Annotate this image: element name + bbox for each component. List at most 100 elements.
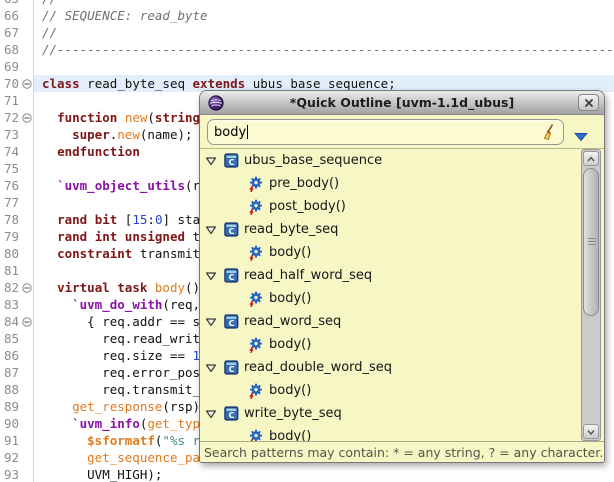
line-number: 72 bbox=[0, 109, 20, 126]
view-menu-button[interactable] bbox=[574, 127, 588, 137]
virtual-method-gear-icon bbox=[248, 199, 264, 215]
tree-item-class-ubus_base_sequence[interactable]: Cubus_base_sequence bbox=[200, 149, 604, 172]
code-token bbox=[42, 126, 72, 143]
popup-titlebar[interactable]: *Quick Outline [uvm-1.1d_ubus] bbox=[200, 91, 604, 115]
search-row: body bbox=[200, 115, 604, 148]
code-token bbox=[147, 279, 155, 296]
code-text: // bbox=[33, 0, 614, 7]
virtual-method-gear-icon bbox=[248, 337, 264, 353]
expander-icon[interactable] bbox=[205, 316, 217, 328]
tree-item-class-write_byte_seq[interactable]: Cwrite_byte_seq bbox=[200, 402, 604, 425]
virtual-method-gear-icon bbox=[248, 429, 264, 443]
tree-item-method-body[interactable]: body() bbox=[200, 333, 604, 356]
code-token: req.error_pos bbox=[42, 364, 200, 381]
line-number: 66 bbox=[0, 7, 20, 24]
tree-item-method-body[interactable]: body() bbox=[200, 287, 604, 310]
tree-item-method-pre_body[interactable]: pre_body() bbox=[200, 172, 604, 195]
line-number: 77 bbox=[0, 194, 20, 211]
broom-icon bbox=[541, 124, 557, 140]
line-number: 65 bbox=[0, 0, 20, 7]
code-token: ( bbox=[155, 432, 163, 449]
tree-item-label: post_body() bbox=[269, 199, 346, 214]
expander-icon[interactable] bbox=[205, 155, 217, 167]
code-text: UVM_HIGH); bbox=[33, 466, 614, 482]
line-number: 87 bbox=[0, 364, 20, 381]
fold-marker-icon[interactable] bbox=[20, 79, 33, 89]
svg-text:C: C bbox=[229, 273, 235, 282]
tree-item-method-body[interactable]: body() bbox=[200, 379, 604, 402]
code-token: [ bbox=[117, 211, 132, 228]
tree-item-class-read_byte_seq[interactable]: Cread_byte_seq bbox=[200, 218, 604, 241]
code-line-69[interactable]: 69 bbox=[0, 58, 614, 75]
expander-icon[interactable] bbox=[205, 270, 217, 282]
fold-marker-icon[interactable] bbox=[20, 113, 33, 123]
code-token: 15 bbox=[132, 211, 147, 228]
code-token bbox=[42, 432, 87, 449]
code-token: `uvm_info bbox=[72, 415, 140, 432]
scroll-down-button[interactable] bbox=[583, 424, 599, 439]
code-token: new bbox=[125, 109, 148, 126]
line-number: 76 bbox=[0, 177, 20, 194]
scroll-up-button[interactable] bbox=[583, 151, 599, 166]
code-line-65[interactable]: 65 // bbox=[0, 0, 614, 7]
fold-minus-icon bbox=[22, 79, 32, 89]
code-token: ( bbox=[147, 109, 155, 126]
scrollbar-thumb[interactable] bbox=[583, 168, 599, 316]
scrollbar-grip bbox=[588, 238, 596, 247]
close-button[interactable] bbox=[578, 94, 599, 111]
svg-text:C: C bbox=[229, 158, 235, 167]
code-token: body bbox=[155, 279, 185, 296]
code-token: rand bit bbox=[57, 211, 117, 228]
code-token: constraint bbox=[57, 245, 132, 262]
code-token: "%s r bbox=[162, 432, 200, 449]
code-line-67[interactable]: 67// bbox=[0, 24, 614, 41]
tree-item-label: read_word_seq bbox=[244, 314, 341, 329]
clear-search-button[interactable] bbox=[541, 124, 557, 140]
tree-item-method-body[interactable]: body() bbox=[200, 425, 604, 442]
method-gear-icon bbox=[248, 291, 264, 307]
code-token: get_typ bbox=[147, 415, 200, 432]
line-number: 89 bbox=[0, 398, 20, 415]
code-token bbox=[117, 109, 125, 126]
line-number: 91 bbox=[0, 432, 20, 449]
class-icon: C bbox=[224, 360, 239, 375]
method-gear-icon bbox=[248, 337, 264, 353]
tree-item-method-body[interactable]: body() bbox=[200, 241, 604, 264]
tree-item-class-read_word_seq[interactable]: Cread_word_seq bbox=[200, 310, 604, 333]
code-token: read_byte_seq bbox=[80, 75, 193, 92]
code-token bbox=[42, 279, 57, 296]
code-token: (rsp) bbox=[162, 398, 200, 415]
line-number: 82 bbox=[0, 279, 20, 296]
code-token: get_response bbox=[72, 398, 162, 415]
line-number: 79 bbox=[0, 228, 20, 245]
class-icon: C bbox=[224, 406, 239, 421]
line-number: 80 bbox=[0, 245, 20, 262]
chevron-up-icon bbox=[586, 155, 596, 163]
tree-item-class-read_half_word_seq[interactable]: Cread_half_word_seq bbox=[200, 264, 604, 287]
expander-down-icon bbox=[205, 316, 217, 328]
search-input[interactable]: body bbox=[207, 119, 564, 145]
code-line-93[interactable]: 93 UVM_HIGH); bbox=[0, 466, 614, 482]
expander-icon[interactable] bbox=[205, 362, 217, 374]
class-icon: C bbox=[224, 268, 239, 283]
line-number: 71 bbox=[0, 92, 20, 109]
code-token: function bbox=[57, 109, 117, 126]
tree-item-method-post_body[interactable]: post_body() bbox=[200, 195, 604, 218]
line-number: 81 bbox=[0, 262, 20, 279]
line-number: 83 bbox=[0, 296, 20, 313]
code-token: () bbox=[185, 279, 200, 296]
tree-item-class-read_double_word_seq[interactable]: Cread_double_word_seq bbox=[200, 356, 604, 379]
fold-minus-icon bbox=[22, 283, 32, 293]
code-line-68[interactable]: 68//------------------------------------… bbox=[0, 41, 614, 58]
code-token bbox=[42, 211, 57, 228]
expander-icon[interactable] bbox=[205, 408, 217, 420]
chevron-down-icon bbox=[586, 428, 596, 436]
fold-marker-icon[interactable] bbox=[20, 317, 33, 327]
fold-marker-icon[interactable] bbox=[20, 283, 33, 293]
code-line-66[interactable]: 66// SEQUENCE: read_byte bbox=[0, 7, 614, 24]
line-number: 92 bbox=[0, 449, 20, 466]
code-token bbox=[42, 109, 57, 126]
code-token bbox=[42, 398, 72, 415]
expander-icon[interactable] bbox=[205, 224, 217, 236]
code-token: get_sequence_pa bbox=[87, 449, 200, 466]
